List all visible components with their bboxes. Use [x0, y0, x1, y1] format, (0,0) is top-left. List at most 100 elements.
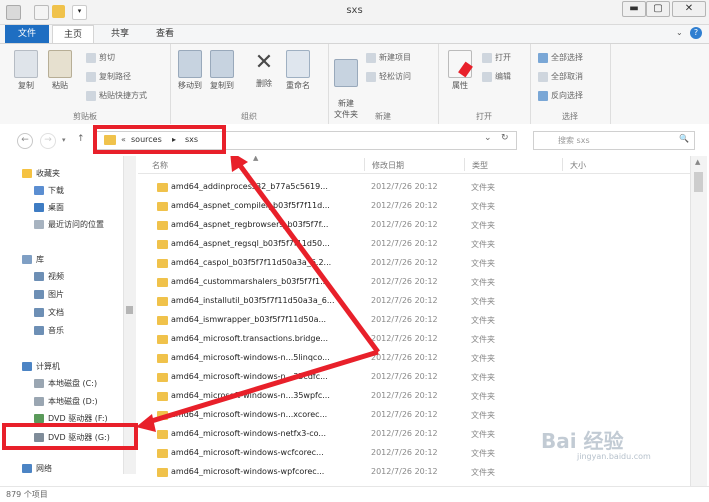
arrow-to-address	[233, 158, 381, 354]
status-bar: 879 个项目	[0, 486, 709, 502]
title-bar: ▾ sxs ▬ ▢ ✕	[0, 0, 709, 25]
ribbon-collapse-icon[interactable]: ⌄	[676, 28, 686, 38]
nav-network[interactable]: 网络	[22, 463, 52, 477]
up-button[interactable]: ↑	[77, 134, 85, 144]
move-to-button[interactable]: 移动到	[176, 50, 204, 91]
delete-label: 删除	[256, 79, 272, 88]
nav-pictures[interactable]: 图片	[34, 289, 64, 303]
network-icon	[22, 464, 32, 473]
group-label-select: 选择	[562, 112, 578, 121]
nav-computer[interactable]: 计算机	[22, 361, 60, 375]
rename-icon	[286, 50, 310, 78]
forward-button[interactable]: →	[40, 133, 56, 149]
nav-scroll-thumb[interactable]	[126, 306, 133, 314]
search-icon[interactable]: 🔍	[679, 134, 689, 143]
rename-label: 重命名	[286, 81, 310, 90]
search-input[interactable]: 搜索 sxs 🔍	[533, 131, 695, 150]
edit-button[interactable]: 编辑	[482, 71, 511, 83]
dvd-icon	[34, 414, 44, 423]
copy-to-button[interactable]: 复制到	[208, 50, 236, 91]
new-folder-button[interactable]: 新建 文件夹	[330, 50, 362, 120]
group-label-clipboard: 剪贴板	[73, 112, 97, 121]
new-item-label: 新建项目	[379, 53, 411, 62]
recent-locations-icon[interactable]: ▾	[62, 136, 66, 144]
move-to-label: 移动到	[178, 81, 202, 90]
nav-local-c[interactable]: 本地磁盘 (C:)	[34, 378, 97, 392]
select-none-label: 全部取消	[551, 72, 583, 81]
nav-recent[interactable]: 最近访问的位置	[34, 219, 104, 233]
nav-label: 音乐	[48, 326, 64, 335]
tab-home[interactable]: 主页	[52, 25, 94, 44]
nav-libraries[interactable]: 库	[22, 254, 44, 268]
close-button[interactable]: ✕	[672, 1, 706, 17]
picture-icon	[34, 290, 44, 299]
search-placeholder: 搜索 sxs	[558, 136, 590, 145]
tab-file[interactable]: 文件	[5, 25, 49, 43]
nav-documents[interactable]: 文档	[34, 307, 64, 321]
address-row: ← → ▾ ↑ « sources ▸ sxs ⌄ ↻ 搜索 sxs 🔍	[0, 124, 709, 156]
select-all-button[interactable]: 全部选择	[538, 52, 583, 64]
delete-x-icon: ✕	[254, 50, 274, 75]
help-icon[interactable]: ?	[690, 27, 702, 39]
move-to-icon	[178, 50, 202, 78]
group-clipboard: 复制 粘贴 剪切 复制路径 粘贴快捷方式 剪贴板	[0, 44, 171, 124]
new-item-button[interactable]: 新建项目	[366, 52, 411, 64]
new-item-icon	[366, 52, 376, 63]
nav-local-d[interactable]: 本地磁盘 (D:)	[34, 396, 98, 410]
copy-to-icon	[210, 50, 234, 78]
select-none-button[interactable]: 全部取消	[538, 71, 583, 83]
rename-button[interactable]: 重命名	[284, 50, 312, 91]
easy-access-button[interactable]: 轻松访问	[366, 71, 411, 83]
easy-access-label: 轻松访问	[379, 72, 411, 81]
copy-path-label: 复制路径	[99, 72, 131, 81]
document-icon	[34, 308, 44, 317]
nav-music[interactable]: 音乐	[34, 325, 64, 339]
delete-button[interactable]: ✕ 删除	[250, 50, 278, 89]
select-none-icon	[538, 71, 548, 82]
nav-videos[interactable]: 视频	[34, 271, 64, 285]
paste-icon	[48, 50, 72, 78]
ribbon-tabs: 文件 主页 共享 查看 ⌄ ?	[0, 25, 709, 44]
address-dropdown-icon[interactable]: ⌄	[484, 133, 492, 143]
group-new: 新建 文件夹 新建项目 轻松访问 新建	[328, 44, 439, 124]
invert-select-label: 反向选择	[551, 91, 583, 100]
item-count: 879 个项目	[6, 490, 48, 499]
paste-shortcut-button[interactable]: 粘贴快捷方式	[86, 90, 147, 102]
paste-shortcut-icon	[86, 90, 96, 101]
nav-favorites[interactable]: 收藏夹	[22, 168, 60, 182]
copy-path-button[interactable]: 复制路径	[86, 71, 131, 83]
dvd-highlight-box	[2, 423, 138, 450]
nav-downloads[interactable]: 下载	[34, 185, 64, 199]
open-label: 打开	[495, 53, 511, 62]
easy-access-icon	[366, 71, 376, 82]
copy-button[interactable]: 复制	[12, 50, 40, 91]
music-icon	[34, 326, 44, 335]
nav-label: 收藏夹	[36, 169, 60, 178]
paste-button[interactable]: 粘贴	[46, 50, 74, 91]
maximize-button[interactable]: ▢	[646, 1, 670, 17]
arrow-to-dvd	[144, 349, 379, 426]
tab-share[interactable]: 共享	[100, 25, 140, 43]
nav-label: 图片	[48, 290, 64, 299]
minimize-button[interactable]: ▬	[622, 1, 646, 17]
nav-label: DVD 驱动器 (F:)	[48, 414, 108, 423]
cut-label: 剪切	[99, 53, 115, 62]
open-icon	[482, 52, 492, 63]
drive-icon	[34, 397, 44, 406]
paste-shortcut-label: 粘贴快捷方式	[99, 91, 147, 100]
new-folder-icon	[334, 59, 358, 87]
properties-label: 属性	[452, 81, 468, 90]
cut-button[interactable]: 剪切	[86, 52, 115, 64]
open-button[interactable]: 打开	[482, 52, 511, 64]
refresh-icon[interactable]: ↻	[501, 133, 509, 143]
nav-desktop[interactable]: 桌面	[34, 202, 64, 216]
invert-select-icon	[538, 90, 548, 101]
address-highlight-box	[93, 125, 226, 154]
tab-view[interactable]: 查看	[145, 25, 185, 43]
properties-button[interactable]: 属性	[446, 50, 474, 91]
properties-check-icon	[458, 61, 473, 78]
group-label-open: 打开	[476, 112, 492, 121]
back-button[interactable]: ←	[17, 133, 33, 149]
invert-select-button[interactable]: 反向选择	[538, 90, 583, 102]
nav-label: 视频	[48, 272, 64, 281]
